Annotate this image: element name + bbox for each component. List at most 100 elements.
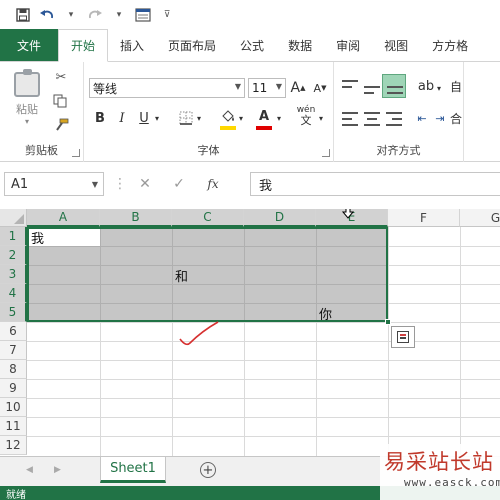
phonetic-button[interactable]: wén 文 [296,106,316,127]
save-icon[interactable] [14,6,32,24]
select-all-button[interactable] [0,209,27,227]
next-sheet-icon[interactable]: ▶ [54,465,61,475]
row-header-3[interactable]: 3 [0,265,27,284]
undo-dropdown-icon[interactable]: ▾ [62,6,80,24]
insert-function-icon[interactable]: fx [196,177,230,191]
cell-c3[interactable]: 和 [175,266,188,285]
tab-page-layout[interactable]: 页面布局 [156,29,228,61]
form-icon[interactable] [134,6,152,24]
tab-review[interactable]: 审阅 [324,29,372,61]
column-header-g[interactable]: G [460,209,500,227]
quick-analysis-icon [397,331,409,343]
column-header-d[interactable]: D [244,209,316,227]
italic-button[interactable]: I [112,108,132,128]
tab-file[interactable]: 文件 [0,29,58,61]
font-name-select[interactable]: 等线 ▼ [89,78,245,98]
font-color-swatch [256,126,272,130]
phonetic-dropdown-icon[interactable]: ▾ [316,108,326,128]
borders-dropdown-icon[interactable]: ▾ [194,108,204,128]
orientation-dropdown-icon[interactable]: ▾ [434,78,444,98]
row-header-6[interactable]: 6 [0,322,27,341]
cell-a1[interactable]: 我 [31,228,44,247]
gridline [316,229,317,320]
cell-e5[interactable]: 你 [319,304,332,323]
row-header-8[interactable]: 8 [0,360,27,379]
align-right-icon[interactable] [386,112,402,126]
sheet-tab-sheet1[interactable]: Sheet1 [100,457,166,483]
tab-home[interactable]: 开始 [58,29,109,62]
borders-icon[interactable] [176,108,196,128]
row-header-12[interactable]: 12 [0,436,27,455]
orientation-icon[interactable]: ab [416,76,436,96]
merge-center-button[interactable]: 合 [446,108,466,128]
format-painter-icon[interactable] [50,116,72,134]
shrink-font-button[interactable]: A ▼ [310,78,330,98]
align-bottom-button[interactable] [382,74,406,98]
underline-dropdown-icon[interactable]: ▾ [152,108,162,128]
font-color-dropdown-icon[interactable]: ▾ [274,108,284,128]
align-left-icon[interactable] [342,112,358,126]
row-header-4[interactable]: 4 [0,284,27,303]
align-center-icon[interactable] [364,112,380,126]
customize-icon[interactable]: ⊽ [158,6,176,24]
formula-input[interactable]: 我 [250,172,500,196]
row-header-11[interactable]: 11 [0,417,27,436]
tab-formulas[interactable]: 公式 [228,29,276,61]
tab-insert[interactable]: 插入 [108,29,156,61]
column-header-f[interactable]: F [388,209,460,227]
decrease-indent-icon[interactable]: ⇤ [412,108,432,128]
clipboard-launcher-icon[interactable] [72,149,80,157]
fill-color-dropdown-icon[interactable]: ▾ [236,108,246,128]
font-launcher-icon[interactable] [322,149,330,157]
status-text: 就绪 [6,489,26,500]
alignment-group: ab ▾ 自 ⇤ ⇥ 合 对齐方式 [334,62,464,162]
copy-icon[interactable] [50,92,72,110]
name-box[interactable]: A1 ▼ [4,172,104,196]
row-header-2[interactable]: 2 [0,246,27,265]
row-header-10[interactable]: 10 [0,398,27,417]
redo-icon[interactable] [86,6,104,24]
wrap-text-button[interactable]: 自 [446,76,466,96]
enter-icon[interactable]: ✓ [162,176,196,192]
column-header-b[interactable]: B [100,209,172,227]
ribbon-tabs: 文件 开始 插入 页面布局 公式 数据 审阅 视图 方方格 [0,29,500,62]
grow-font-button[interactable]: A ▲ [288,78,308,98]
row-header-7[interactable]: 7 [0,341,27,360]
watermark-url: www.easck.com [404,476,500,489]
grow-font-label: A [290,80,301,96]
worksheet-grid[interactable]: A B C D E F G 1 2 3 4 5 6 7 8 9 10 11 12… [0,209,500,456]
clipboard-group-label: 剪贴板 [25,144,58,157]
gridline [27,398,500,399]
quick-analysis-button[interactable] [391,326,415,348]
paste-dropdown-icon: ▾ [24,117,29,126]
tab-view[interactable]: 视图 [372,29,420,61]
align-middle-icon[interactable] [364,80,380,94]
add-sheet-icon[interactable]: + [200,462,216,478]
gridline [100,229,101,320]
prev-sheet-icon[interactable]: ◀ [26,465,33,475]
row-header-9[interactable]: 9 [0,379,27,398]
row-header-1[interactable]: 1 [0,227,27,246]
column-header-a[interactable]: A [27,209,100,227]
row-header-5[interactable]: 5 [0,303,27,322]
redo-dropdown-icon[interactable]: ▾ [110,6,128,24]
gridline [29,303,386,304]
cancel-icon[interactable]: ✕ [128,176,162,192]
font-name-value: 等线 [93,81,118,96]
tab-addin[interactable]: 方方格 [420,29,480,61]
underline-button[interactable]: U [134,108,154,128]
tab-data[interactable]: 数据 [276,29,324,61]
font-size-select[interactable]: 11 ▼ [248,78,286,98]
undo-icon[interactable] [38,6,56,24]
font-group: 等线 ▼ 11 ▼ A ▲ A ▼ B I U ▾ ▾ ▾ A ▾ wén 文 ▾ … [84,62,334,162]
merge-center-label: 合 [449,111,462,126]
fill-handle[interactable] [385,319,391,325]
clipboard-group: 粘贴 ▾ ✂ 剪贴板 [0,62,84,162]
cut-icon[interactable]: ✂ [50,68,72,86]
bold-button[interactable]: B [90,108,110,128]
fill-color-icon[interactable] [218,106,238,126]
font-color-button[interactable]: A [254,106,274,126]
align-top-icon[interactable] [342,80,358,94]
paste-button[interactable]: 粘贴 ▾ [8,68,46,126]
column-header-c[interactable]: C [172,209,244,227]
